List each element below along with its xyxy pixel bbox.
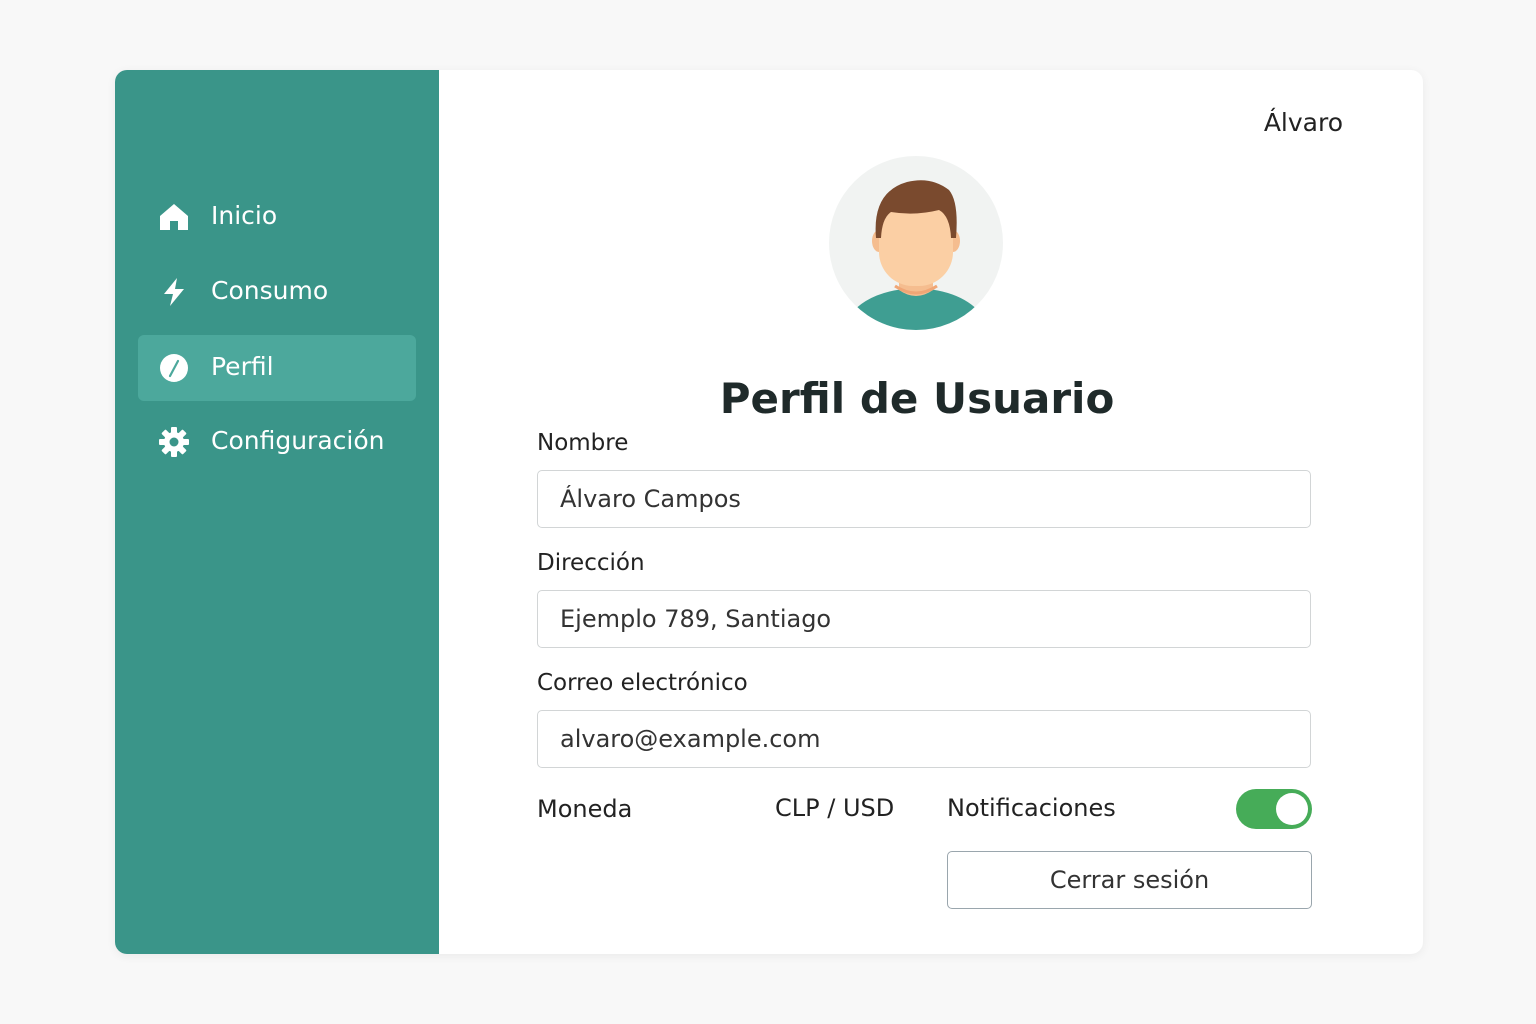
notifications-toggle[interactable] bbox=[1236, 789, 1312, 829]
name-field[interactable] bbox=[537, 470, 1311, 528]
name-label: Nombre bbox=[537, 430, 629, 456]
email-label: Correo electrónico bbox=[537, 670, 748, 696]
email-field[interactable] bbox=[537, 710, 1311, 768]
header-user-name[interactable]: Álvaro bbox=[1264, 108, 1343, 137]
home-icon bbox=[160, 204, 188, 230]
logout-button[interactable]: Cerrar sesión bbox=[947, 851, 1312, 909]
gear-icon bbox=[159, 427, 189, 457]
page-title: Perfil de Usuario bbox=[719, 374, 1115, 424]
sidebar-item-label: Perfil bbox=[211, 352, 274, 381]
sidebar-item-label: Inicio bbox=[211, 201, 278, 230]
user-avatar bbox=[829, 156, 1003, 330]
sidebar-item-inicio[interactable]: Inicio bbox=[138, 184, 416, 250]
address-label: Dirección bbox=[537, 550, 645, 576]
sidebar-item-label: Consumo bbox=[211, 276, 329, 305]
avatar-illustration bbox=[849, 180, 983, 330]
main-content: Álvaro Perfil de Usuario Nombre Direcció… bbox=[439, 70, 1423, 954]
profile-icon bbox=[160, 354, 188, 382]
currency-value[interactable]: CLP / USD bbox=[775, 794, 894, 822]
sidebar-item-perfil[interactable]: Perfil bbox=[138, 335, 416, 401]
sidebar-item-configuracion[interactable]: Configuración bbox=[138, 409, 416, 475]
sidebar-item-consumo[interactable]: Consumo bbox=[138, 259, 416, 325]
address-field[interactable] bbox=[537, 590, 1311, 648]
currency-label: Moneda bbox=[537, 795, 633, 823]
notifications-label: Notificaciones bbox=[947, 794, 1116, 822]
sidebar: Inicio Consumo Perfil Configuración bbox=[115, 70, 439, 954]
app-window: Inicio Consumo Perfil Configuración Álva… bbox=[115, 70, 1423, 954]
sidebar-item-label: Configuración bbox=[211, 426, 385, 455]
bolt-icon bbox=[164, 278, 184, 306]
toggle-knob bbox=[1276, 793, 1308, 825]
